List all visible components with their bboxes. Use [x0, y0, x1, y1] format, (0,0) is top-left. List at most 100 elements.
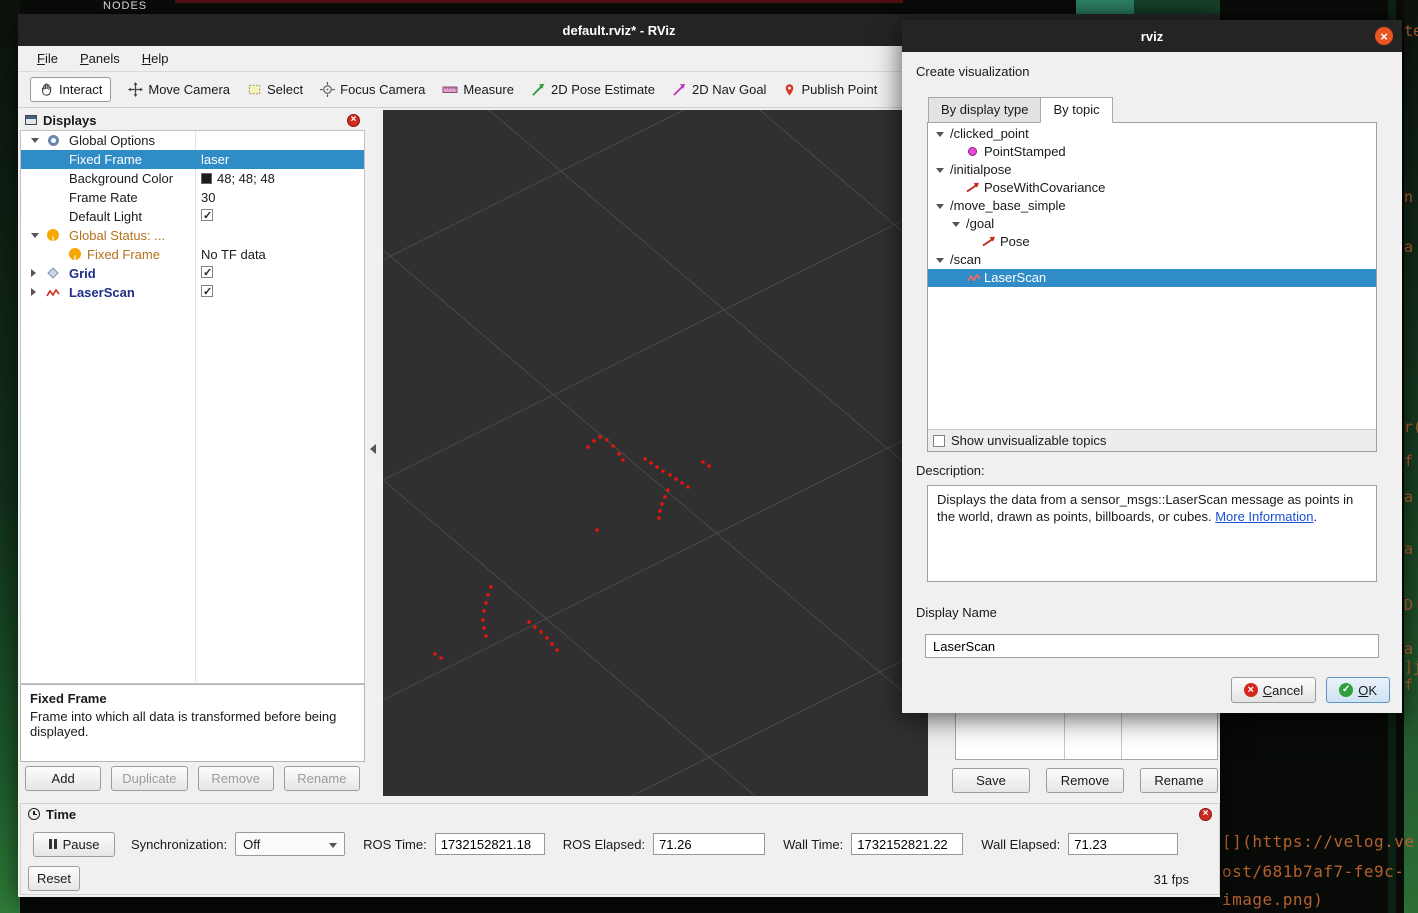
menu-file[interactable]: File	[28, 48, 67, 69]
ruler-icon	[442, 86, 458, 93]
views-buttons: Save Remove Rename	[952, 768, 1218, 793]
topic-row-clicked-point[interactable]: /clicked_point	[928, 125, 1376, 143]
expander-down-icon[interactable]	[936, 168, 944, 173]
tab-by-topic[interactable]: By topic	[1040, 97, 1113, 123]
sync-value: Off	[243, 836, 261, 852]
expander-down-icon[interactable]	[952, 222, 960, 227]
expander-down-icon[interactable]	[31, 233, 39, 238]
checkbox-checked[interactable]	[201, 283, 213, 302]
topic-row-scan[interactable]: /scan	[928, 251, 1376, 269]
pose-estimate-tool-button[interactable]: 2D Pose Estimate	[531, 82, 655, 97]
expander-down-icon[interactable]	[936, 204, 944, 209]
display-row-default-light[interactable]: Default Light	[21, 207, 364, 226]
checkbox-unchecked[interactable]	[933, 434, 945, 447]
desktop-nodes-label: NODES	[103, 0, 148, 12]
reset-button[interactable]: Reset	[28, 866, 80, 891]
publish-point-tool-button[interactable]: Publish Point	[783, 82, 877, 97]
time-panel-header[interactable]: Time	[21, 804, 1219, 824]
topic-label: /goal	[966, 216, 995, 231]
topic-row-posewithcovariance[interactable]: PoseWithCovariance	[928, 179, 1376, 197]
display-row-global-options[interactable]: Global Options	[21, 131, 364, 150]
row-value[interactable]: 48; 48; 48	[201, 169, 275, 188]
pose-arrow-icon	[966, 182, 979, 193]
cancel-button[interactable]: Cancel	[1230, 677, 1317, 703]
expander-right-icon[interactable]	[31, 269, 36, 277]
checkbox-checked[interactable]	[201, 207, 213, 226]
hand-icon	[42, 83, 52, 96]
expander-down-icon[interactable]	[936, 132, 944, 137]
save-button[interactable]: Save	[952, 768, 1030, 793]
more-information-link[interactable]: More Information	[1215, 509, 1313, 524]
topic-row-goal[interactable]: /goal	[928, 215, 1376, 233]
expander-right-icon[interactable]	[31, 288, 36, 296]
menu-help[interactable]: Help	[133, 48, 178, 69]
row-label: Fixed Frame	[87, 247, 160, 262]
display-row-fixed-frame[interactable]: Fixed Frame laser	[21, 150, 364, 169]
tool-label: Interact	[59, 82, 103, 97]
row-label: Global Options	[69, 133, 155, 148]
measure-tool-button[interactable]: Measure	[442, 82, 514, 97]
focus-camera-tool-button[interactable]: Focus Camera	[320, 82, 425, 97]
pause-button[interactable]: Pause	[33, 831, 115, 857]
checkbox-checked[interactable]	[201, 264, 213, 283]
topic-row-laserscan-selected[interactable]: LaserScan	[928, 269, 1376, 287]
displays-panel-header[interactable]: Displays	[20, 110, 365, 130]
display-row-global-status[interactable]: Global Status: ...	[21, 226, 364, 245]
terminal-fragment: f	[1404, 452, 1414, 470]
row-value[interactable]: 30	[201, 188, 215, 207]
panel-icon	[25, 115, 37, 125]
display-row-grid[interactable]: Grid	[21, 264, 364, 283]
dialog-titlebar[interactable]: rviz	[902, 20, 1402, 52]
rename-button[interactable]: Rename	[283, 766, 360, 791]
map-pin-icon	[786, 84, 794, 96]
ok-button[interactable]: OK	[1326, 677, 1390, 703]
topic-row-move-base-simple[interactable]: /move_base_simple	[928, 197, 1376, 215]
expander-down-icon[interactable]	[936, 258, 944, 263]
tab-by-display-type[interactable]: By display type	[928, 97, 1042, 123]
topic-row-pointstamped[interactable]: PointStamped	[928, 143, 1376, 161]
3d-viewport[interactable]	[383, 110, 928, 796]
move-camera-tool-button[interactable]: Move Camera	[128, 82, 230, 97]
display-name-input[interactable]	[925, 634, 1379, 658]
dialog-close-icon[interactable]	[1375, 27, 1393, 45]
row-label: Frame Rate	[69, 190, 138, 205]
topic-row-initialpose[interactable]: /initialpose	[928, 161, 1376, 179]
display-row-background-color[interactable]: Background Color 48; 48; 48	[21, 169, 364, 188]
topic-label: /clicked_point	[950, 126, 1029, 141]
remove-button[interactable]: Remove	[1046, 768, 1124, 793]
displays-close-icon[interactable]	[347, 113, 360, 127]
interact-tool-button[interactable]: Interact	[30, 77, 112, 102]
show-unvisualizable-row[interactable]: Show unvisualizable topics	[928, 429, 1376, 451]
select-tool-button[interactable]: Select	[247, 82, 303, 97]
row-label: Default Light	[69, 209, 142, 224]
add-button[interactable]: Add	[25, 766, 102, 791]
dialog-buttons: Cancel OK	[1230, 677, 1390, 703]
menu-panels[interactable]: Panels	[71, 48, 129, 69]
remove-button[interactable]: Remove	[197, 766, 274, 791]
ros-time-field[interactable]	[434, 833, 545, 855]
topic-label: /scan	[950, 252, 982, 267]
display-row-status-fixed-frame[interactable]: Fixed Frame No TF data	[21, 245, 364, 264]
laserscan-icon	[46, 288, 60, 297]
time-close-icon[interactable]	[1199, 807, 1212, 821]
splitter-collapse-icon[interactable]	[370, 444, 376, 454]
displays-buttons: Add Duplicate Remove Rename	[20, 766, 365, 791]
row-label: Background Color	[69, 171, 174, 186]
wall-elapsed-field[interactable]	[1068, 833, 1179, 855]
magenta-arrow-icon	[673, 83, 686, 96]
topic-label: /initialpose	[950, 162, 1012, 177]
ros-elapsed-field[interactable]	[653, 833, 766, 855]
row-value[interactable]: laser	[201, 150, 229, 169]
tool-label: 2D Pose Estimate	[550, 82, 656, 97]
expander-down-icon[interactable]	[31, 138, 39, 143]
duplicate-button[interactable]: Duplicate	[111, 766, 188, 791]
topic-label: Pose	[1000, 234, 1030, 249]
synchronization-dropdown[interactable]: Off	[235, 832, 346, 856]
rename-button[interactable]: Rename	[1140, 768, 1218, 793]
display-row-laserscan[interactable]: LaserScan	[21, 283, 364, 302]
display-row-frame-rate[interactable]: Frame Rate 30	[21, 188, 364, 207]
topic-row-pose[interactable]: Pose	[928, 233, 1376, 251]
wall-time-field[interactable]	[851, 833, 964, 855]
row-label: LaserScan	[69, 285, 135, 300]
nav-goal-tool-button[interactable]: 2D Nav Goal	[672, 82, 766, 97]
